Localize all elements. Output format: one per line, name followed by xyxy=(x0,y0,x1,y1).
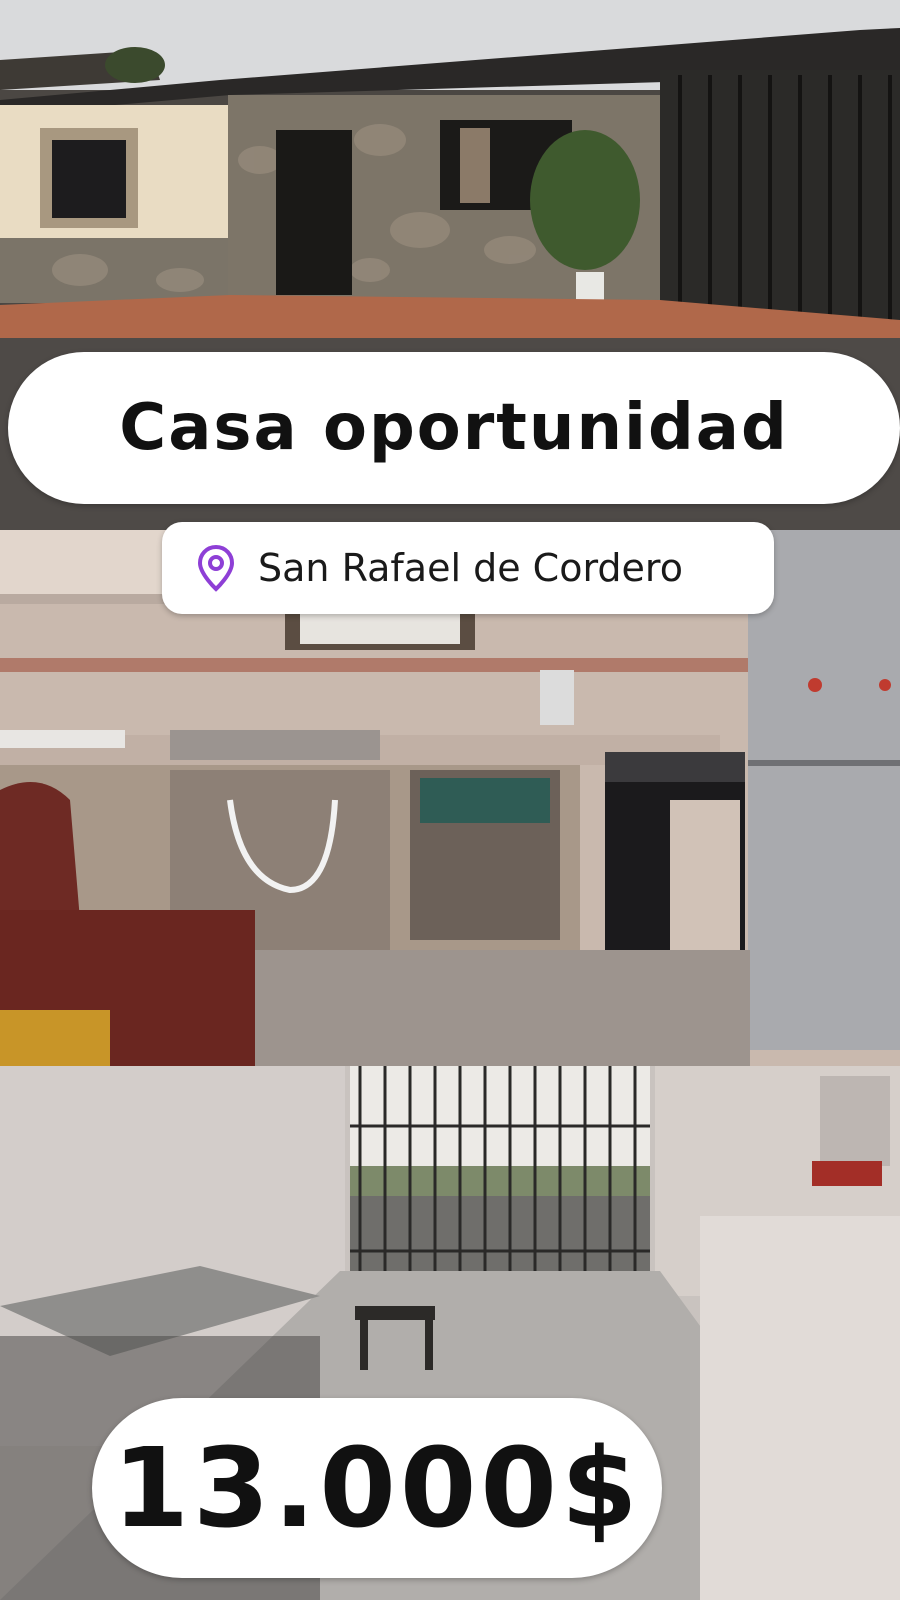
title-banner: Casa oportunidad xyxy=(8,352,900,504)
location-tag: San Rafael de Cordero xyxy=(162,522,774,614)
price-text: 13.000$ xyxy=(112,1424,642,1552)
title-text: Casa oportunidad xyxy=(119,391,789,465)
location-text: San Rafael de Cordero xyxy=(258,546,683,590)
price-banner: 13.000$ xyxy=(92,1398,662,1578)
map-pin-icon xyxy=(197,544,235,592)
